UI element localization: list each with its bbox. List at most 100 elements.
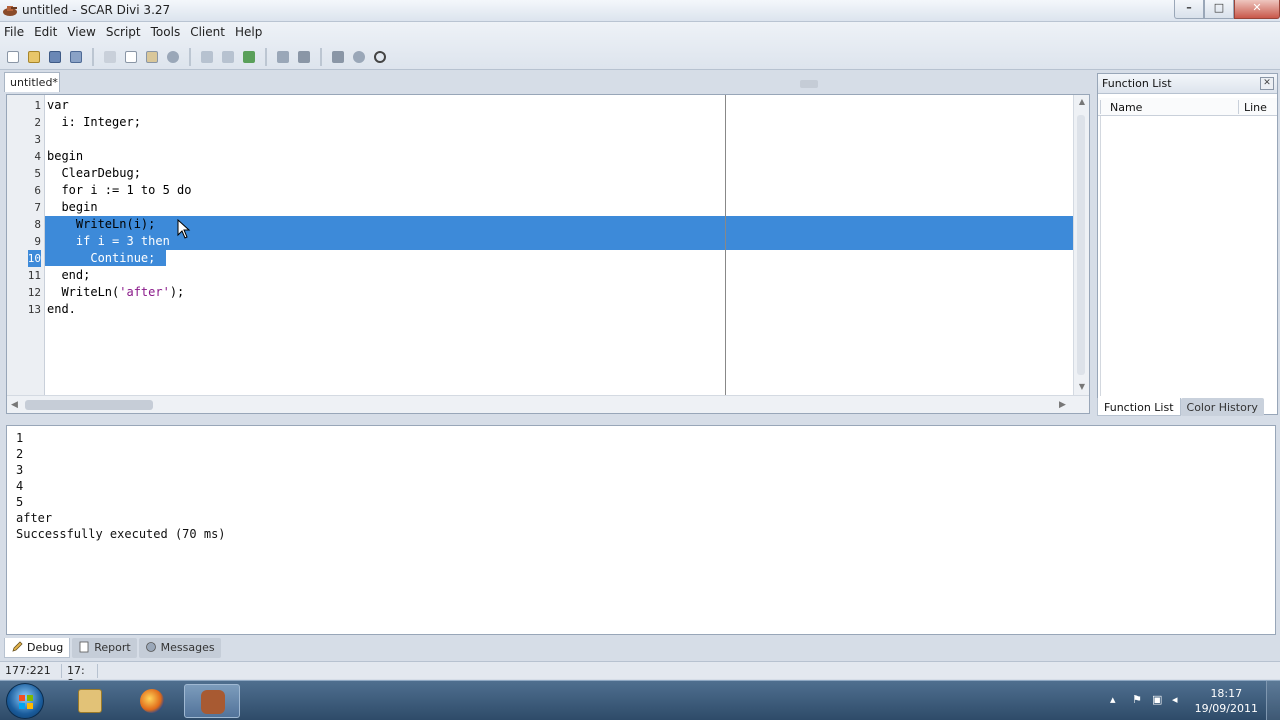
menu-view[interactable]: View <box>67 25 95 39</box>
code-line: if i = 3 then <box>45 233 1073 250</box>
debug-line: 5 <box>16 495 24 509</box>
cut-button[interactable] <box>101 48 119 66</box>
clock[interactable]: 18:17 19/09/2011 <box>1195 686 1258 716</box>
minimize-button[interactable]: – <box>1174 0 1204 19</box>
column-divider <box>1100 100 1101 114</box>
close-button[interactable]: ✕ <box>1234 0 1280 19</box>
maximize-button[interactable]: □ <box>1204 0 1234 19</box>
copy-button[interactable] <box>122 48 140 66</box>
scar-app-icon <box>3 6 17 16</box>
line-number: 8 <box>34 218 41 231</box>
function-list-columns: Name Line <box>1098 98 1277 116</box>
taskbar-firefox[interactable] <box>124 684 180 718</box>
new-button[interactable] <box>4 48 22 66</box>
tab-debug[interactable]: Debug <box>4 638 71 658</box>
scroll-right-icon[interactable]: ▶ <box>1059 400 1069 410</box>
open-button[interactable] <box>25 48 43 66</box>
code-text: for i := 1 to 5 do <box>47 183 192 197</box>
menu-tools[interactable]: Tools <box>151 25 181 39</box>
paste-icon <box>146 51 158 63</box>
code-line: i: Integer; <box>45 114 1073 131</box>
undo-button[interactable] <box>198 48 216 66</box>
tab-function-list[interactable]: Function List <box>1097 398 1181 416</box>
debug-line: 2 <box>16 447 24 461</box>
paste-button[interactable] <box>143 48 161 66</box>
code-line: end; <box>45 267 1073 284</box>
stop-button[interactable] <box>295 48 313 66</box>
pause-button[interactable] <box>274 48 292 66</box>
taskbar-scar[interactable] <box>184 684 240 718</box>
tab-strip-scroll[interactable] <box>800 80 818 88</box>
firefox-icon <box>140 689 164 713</box>
editor-horizontal-scrollbar[interactable]: ◀ ▶ <box>7 395 1089 413</box>
menu-edit[interactable]: Edit <box>34 25 57 39</box>
settings-button[interactable] <box>350 48 368 66</box>
messages-icon <box>145 642 156 652</box>
code-line: ClearDebug; <box>45 165 1073 182</box>
taskbar-explorer[interactable] <box>62 684 118 718</box>
scroll-left-icon[interactable]: ◀ <box>11 400 21 410</box>
code-line: WriteLn(i); <box>45 216 1073 233</box>
status-mouse-position: 177:221 <box>2 664 62 678</box>
mouse-cursor-icon <box>177 219 191 239</box>
save-button[interactable] <box>46 48 64 66</box>
menu-help[interactable]: Help <box>235 25 262 39</box>
redo-button[interactable] <box>219 48 237 66</box>
line-number: 13 <box>27 303 41 316</box>
tab-debug-label: Debug <box>27 641 64 654</box>
minimize-icon: – <box>1186 1 1192 14</box>
tab-untitled[interactable]: untitled* <box>4 72 60 92</box>
cut-icon <box>104 51 116 63</box>
code-text: ClearDebug; <box>47 166 141 180</box>
debug-output-box[interactable]: 1 2 3 4 5 after Successfully executed (7… <box>6 425 1276 635</box>
line-number: 12 <box>27 286 41 299</box>
start-button[interactable] <box>6 683 44 719</box>
panel-close-button[interactable]: ✕ <box>1260 77 1274 90</box>
undo-icon <box>201 51 213 63</box>
run-button[interactable] <box>240 48 258 66</box>
debug-line: Successfully executed (70 ms) <box>16 527 226 541</box>
status-cursor-position: 17: 8 <box>64 664 98 690</box>
tab-report-label: Report <box>94 641 131 654</box>
code-text: var <box>47 98 69 112</box>
find-button[interactable] <box>164 48 182 66</box>
clock-time: 18:17 <box>1210 687 1243 700</box>
show-desktop-button[interactable] <box>1266 681 1280 720</box>
pick-color-button[interactable] <box>329 48 347 66</box>
function-panel-tabs: Function List Color History <box>1097 396 1278 416</box>
column-divider[interactable] <box>1238 100 1239 114</box>
menu-client[interactable]: Client <box>190 25 225 39</box>
code-editor[interactable]: 1 2 3 4 5 6 7 8 9 10 11 12 13 var i: Int… <box>6 94 1090 414</box>
scar-app-icon <box>201 690 225 714</box>
toolbar <box>4 46 389 68</box>
select-client-button[interactable] <box>371 48 389 66</box>
scroll-thumb[interactable] <box>1077 115 1085 375</box>
line-number: 10 <box>27 250 41 267</box>
column-header-line[interactable]: Line <box>1244 101 1267 114</box>
play-icon <box>243 51 255 63</box>
volume-icon[interactable]: ◂ <box>1172 694 1184 706</box>
toolbar-separator <box>189 48 191 66</box>
menu-script[interactable]: Script <box>106 25 141 39</box>
line-number: 1 <box>34 99 41 112</box>
tray-expand-icon[interactable]: ▴ <box>1110 694 1122 706</box>
code-text: begin <box>47 149 84 163</box>
menu-bar: File Edit View Script Tools Client Help <box>4 25 262 39</box>
tab-color-history[interactable]: Color History <box>1180 398 1264 416</box>
line-number-gutter: 1 2 3 4 5 6 7 8 9 10 11 12 13 <box>7 95 45 395</box>
code-text-area[interactable]: var i: Integer; begin ClearDebug; for i … <box>45 95 1073 395</box>
save-all-button[interactable] <box>67 48 85 66</box>
scroll-down-icon[interactable]: ▼ <box>1077 383 1087 391</box>
menu-file[interactable]: File <box>4 25 24 39</box>
tab-report[interactable]: Report <box>72 638 137 658</box>
editor-vertical-scrollbar[interactable]: ▲ ▼ <box>1073 95 1089 395</box>
column-header-name[interactable]: Name <box>1110 101 1142 114</box>
scroll-up-icon[interactable]: ▲ <box>1077 98 1087 106</box>
scroll-thumb[interactable] <box>25 400 153 410</box>
tab-messages[interactable]: Messages <box>138 638 221 658</box>
action-center-flag-icon[interactable]: ⚑ <box>1132 694 1144 706</box>
network-icon[interactable]: ▣ <box>1152 694 1164 706</box>
code-line: end. <box>45 301 1073 318</box>
editor-tab-strip: untitled* <box>0 72 1094 94</box>
